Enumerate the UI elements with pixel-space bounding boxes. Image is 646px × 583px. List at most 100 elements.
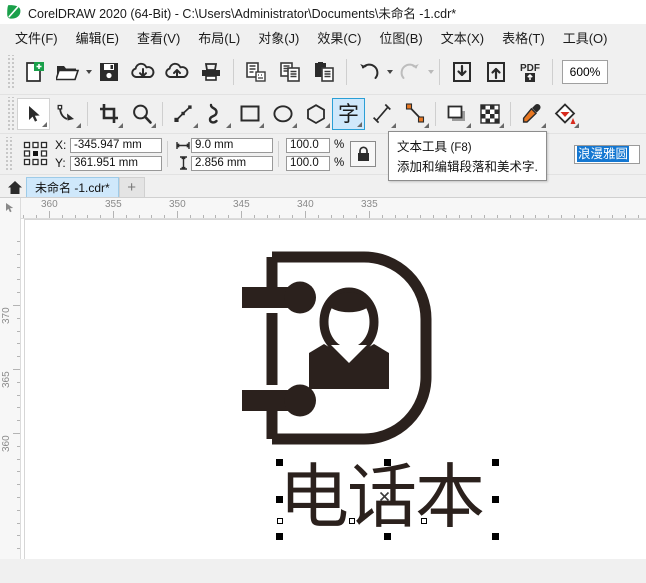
- artistic-media-tool[interactable]: [200, 98, 233, 130]
- toolbar-grip[interactable]: [6, 55, 14, 89]
- menu-file[interactable]: 文件(F): [6, 25, 67, 50]
- print-button[interactable]: [194, 55, 228, 89]
- crop-tool-flyout-arrow[interactable]: [118, 123, 123, 128]
- tooltip-title-row: 文本工具 (F8): [397, 136, 538, 155]
- open-document-button[interactable]: [51, 55, 85, 89]
- toolpalette-grip[interactable]: [6, 97, 14, 131]
- document-tab[interactable]: 未命名 -1.cdr*: [26, 177, 119, 197]
- x-position-row: X: -345.947 mm: [55, 137, 162, 153]
- menu-table[interactable]: 表格(T): [493, 25, 554, 50]
- propertybar-grip[interactable]: [4, 137, 12, 171]
- freehand-tool[interactable]: [167, 98, 200, 130]
- fill-tool-flyout-arrow[interactable]: [574, 123, 579, 128]
- menu-tools[interactable]: 工具(O): [554, 25, 617, 50]
- menu-text[interactable]: 文本(X): [432, 25, 493, 50]
- object-anchor-grid-icon[interactable]: [23, 141, 49, 167]
- redo-button[interactable]: [393, 55, 427, 89]
- home-icon[interactable]: [4, 177, 26, 197]
- toolbar-separator-1: [233, 59, 234, 85]
- zoom-tool[interactable]: [125, 98, 158, 130]
- artistic-media-flyout-arrow[interactable]: [226, 123, 231, 128]
- text-tool[interactable]: 字: [332, 98, 365, 130]
- rectangle-tool[interactable]: [233, 98, 266, 130]
- selection-handle-mr[interactable]: [492, 496, 499, 503]
- dimension-tool-flyout-arrow[interactable]: [391, 123, 396, 128]
- drawing-canvas[interactable]: 电话本: [21, 219, 646, 559]
- tooltip-description: 添加和编辑段落和美术字.: [397, 160, 538, 174]
- freehand-tool-flyout-arrow[interactable]: [193, 123, 198, 128]
- text-node-marker-3[interactable]: [421, 518, 427, 524]
- address-book-with-person-icon[interactable]: [236, 249, 456, 449]
- parallel-dimension-tool[interactable]: [365, 98, 398, 130]
- coreldraw-window: CorelDRAW 2020 (64-Bit) - C:\Users\Admin…: [0, 0, 646, 583]
- ellipse-tool[interactable]: [266, 98, 299, 130]
- connector-tool[interactable]: [398, 98, 431, 130]
- redo-dropdown-caret[interactable]: [428, 70, 434, 74]
- vertical-ruler[interactable]: 370 365 360: [0, 198, 21, 559]
- shape-tool[interactable]: [50, 98, 83, 130]
- export-button[interactable]: [479, 55, 513, 89]
- ellipse-tool-flyout-arrow[interactable]: [292, 123, 297, 128]
- tool-separator-3: [435, 102, 436, 126]
- new-document-button[interactable]: [17, 55, 51, 89]
- transparency-flyout-arrow[interactable]: [499, 123, 504, 128]
- selection-handle-tl[interactable]: [276, 459, 283, 466]
- lock-ratio-button[interactable]: [350, 141, 376, 167]
- shape-tool-flyout-arrow[interactable]: [76, 123, 81, 128]
- text-tool-flyout-arrow[interactable]: [357, 122, 362, 127]
- horizontal-ruler[interactable]: 360 355 350 345 340 335: [0, 198, 646, 219]
- font-name-combobox[interactable]: 浪漫雅圆: [574, 144, 640, 164]
- scale-vertical-input[interactable]: 100.0: [286, 155, 330, 171]
- selection-handle-bc[interactable]: [384, 533, 391, 540]
- zoom-level-input[interactable]: 600%: [562, 60, 608, 84]
- copy-button[interactable]: [273, 55, 307, 89]
- interactive-fill-tool[interactable]: [548, 98, 581, 130]
- drawing-area: 360 355 350 345 340 335 370 365 360 电话本: [0, 198, 646, 559]
- polygon-tool[interactable]: [299, 98, 332, 130]
- transparency-tool[interactable]: [473, 98, 506, 130]
- menu-edit[interactable]: 编辑(E): [67, 25, 128, 50]
- undo-button[interactable]: [352, 55, 386, 89]
- upload-cloud-button[interactable]: [160, 55, 194, 89]
- menu-bitmaps[interactable]: 位图(B): [370, 25, 431, 50]
- width-row: 9.0 mm: [175, 137, 273, 153]
- hruler-label-5: 335: [361, 199, 378, 210]
- save-document-button[interactable]: [92, 55, 126, 89]
- ruler-origin-corner[interactable]: [0, 198, 20, 218]
- tool-palette: 字: [0, 95, 646, 134]
- drop-shadow-flyout-arrow[interactable]: [466, 123, 471, 128]
- menu-effects[interactable]: 效果(C): [308, 25, 370, 50]
- import-button[interactable]: [445, 55, 479, 89]
- x-position-input[interactable]: -345.947 mm: [70, 137, 162, 153]
- publish-pdf-button[interactable]: PDF: [513, 55, 547, 89]
- menu-object[interactable]: 对象(J): [249, 25, 308, 50]
- menu-layout[interactable]: 布局(L): [189, 25, 249, 50]
- selection-handle-tc[interactable]: [384, 459, 391, 466]
- zoom-tool-flyout-arrow[interactable]: [151, 123, 156, 128]
- drop-shadow-tool[interactable]: [440, 98, 473, 130]
- add-document-tab-button[interactable]: +: [118, 177, 145, 197]
- pick-tool-flyout-arrow[interactable]: [42, 122, 47, 127]
- connector-tool-flyout-arrow[interactable]: [424, 123, 429, 128]
- selection-handle-tr[interactable]: [492, 459, 499, 466]
- scale-horizontal-input[interactable]: 100.0: [286, 137, 330, 153]
- selection-handle-ml[interactable]: [276, 496, 283, 503]
- cut-button[interactable]: [239, 55, 273, 89]
- pick-tool[interactable]: [17, 98, 50, 130]
- menu-view[interactable]: 查看(V): [128, 25, 189, 50]
- eyedropper-flyout-arrow[interactable]: [541, 123, 546, 128]
- height-input[interactable]: 2.856 mm: [191, 155, 273, 171]
- color-eyedropper-tool[interactable]: [515, 98, 548, 130]
- download-cloud-button[interactable]: [126, 55, 160, 89]
- polygon-tool-flyout-arrow[interactable]: [325, 123, 330, 128]
- rectangle-tool-flyout-arrow[interactable]: [259, 123, 264, 128]
- paste-button[interactable]: [307, 55, 341, 89]
- crop-tool[interactable]: [92, 98, 125, 130]
- width-input[interactable]: 9.0 mm: [191, 137, 273, 153]
- text-node-marker-1[interactable]: [277, 518, 283, 524]
- vruler-label-1: 365: [1, 371, 12, 388]
- y-position-input[interactable]: 361.951 mm: [70, 155, 162, 171]
- selection-handle-br[interactable]: [492, 533, 499, 540]
- selection-handle-bl[interactable]: [276, 533, 283, 540]
- text-node-marker-2[interactable]: [349, 518, 355, 524]
